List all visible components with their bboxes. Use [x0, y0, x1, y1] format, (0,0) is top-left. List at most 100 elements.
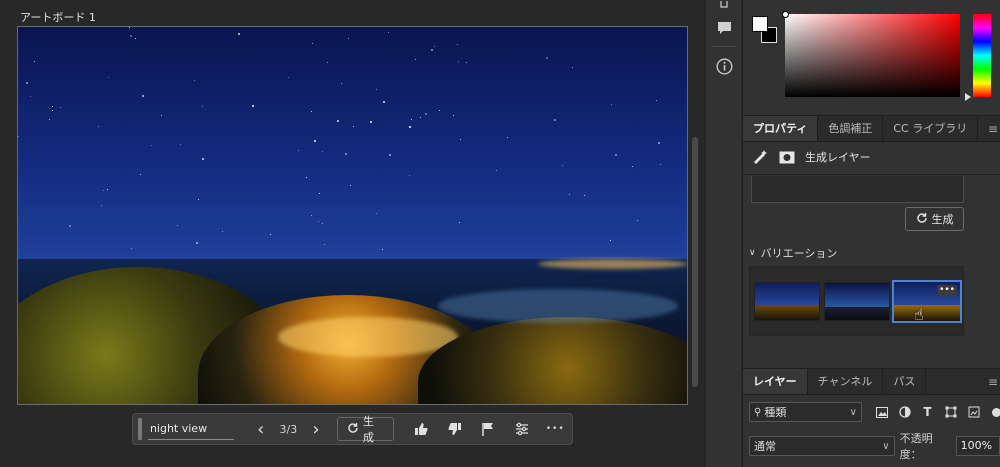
- star: [562, 165, 563, 166]
- filter-type-button[interactable]: T: [916, 402, 939, 422]
- hue-slider[interactable]: [973, 14, 991, 97]
- info-button[interactable]: [706, 49, 742, 83]
- city-lights-far: [538, 259, 687, 269]
- comments-button[interactable]: [706, 12, 742, 44]
- star: [382, 249, 383, 250]
- hue-slider-handle[interactable]: [965, 93, 971, 101]
- thumbnail-more-icon[interactable]: •••: [937, 285, 957, 296]
- star: [658, 142, 660, 144]
- star: [108, 77, 109, 78]
- thumbs-up-button[interactable]: [404, 416, 438, 442]
- filter-toggle-button[interactable]: [985, 402, 1000, 422]
- star: [610, 240, 611, 241]
- layer-type-label: 生成レイヤー: [805, 151, 871, 164]
- document-canvas-area: アートボード 1 ‹ 3/3 › 生成: [0, 0, 700, 467]
- color-panel: [743, 0, 1000, 112]
- star: [98, 126, 99, 127]
- star: [202, 158, 204, 160]
- generate-button[interactable]: 生成: [336, 415, 395, 444]
- star: [341, 83, 342, 84]
- variations-section-header[interactable]: ∨ バリエーション: [749, 245, 837, 261]
- star: [26, 82, 28, 84]
- opacity-input[interactable]: 100%: [955, 436, 1000, 456]
- star: [30, 96, 31, 97]
- tab-layers[interactable]: レイヤー: [743, 369, 808, 394]
- star: [327, 62, 328, 63]
- star: [140, 174, 141, 175]
- shape-icon: [945, 406, 956, 418]
- history-button[interactable]: [706, 0, 742, 12]
- star: [34, 61, 35, 62]
- star: [194, 80, 195, 81]
- panel-menu-icon[interactable]: ≡: [988, 116, 1000, 141]
- tab-cc-libraries[interactable]: CC ライブラリ: [883, 116, 979, 141]
- tab-channels[interactable]: チャンネル: [808, 369, 884, 394]
- thumbs-up-icon: [415, 423, 428, 435]
- star: [434, 46, 435, 47]
- previous-variation-button[interactable]: ‹: [248, 416, 274, 442]
- star: [460, 139, 461, 140]
- artboard-image[interactable]: [17, 26, 688, 405]
- harbor-lights: [278, 317, 458, 357]
- star: [348, 38, 349, 39]
- foreground-color-swatch[interactable]: [752, 16, 768, 32]
- vertical-scrollbar[interactable]: [692, 137, 698, 387]
- panel-generate-button[interactable]: 生成: [905, 207, 964, 231]
- star: [353, 126, 354, 127]
- tab-paths[interactable]: パス: [883, 369, 927, 394]
- comment-icon: [717, 22, 731, 34]
- color-picker-field[interactable]: [785, 14, 960, 97]
- star: [459, 222, 460, 223]
- star: [252, 105, 254, 107]
- adjustment-icon: [898, 406, 911, 418]
- thumbs-down-icon: [448, 423, 461, 435]
- toggle-icon: [992, 407, 1000, 417]
- variations-title: バリエーション: [760, 247, 838, 260]
- blend-mode-select[interactable]: 通常 ∨: [749, 436, 895, 456]
- variation-thumbnail-2[interactable]: [824, 282, 890, 321]
- star: [383, 101, 385, 103]
- blend-mode-value: 通常: [754, 440, 776, 453]
- star: [135, 38, 136, 39]
- kind-filter-select[interactable]: ⚲ 種類 ∨: [749, 402, 862, 422]
- filter-pixel-button[interactable]: [870, 402, 893, 422]
- next-variation-button[interactable]: ›: [303, 416, 329, 442]
- prompt-input[interactable]: [147, 418, 234, 440]
- contextual-taskbar: ‹ 3/3 › 生成 •••: [132, 413, 573, 445]
- chevron-down-icon: ∨: [849, 406, 857, 418]
- variation-thumbnail-1[interactable]: [754, 282, 820, 321]
- filter-adjustment-button[interactable]: [893, 402, 916, 422]
- star: [370, 121, 372, 123]
- adjust-settings-button[interactable]: [505, 416, 539, 442]
- star: [161, 115, 162, 116]
- filter-shape-button[interactable]: [939, 402, 962, 422]
- report-button[interactable]: [471, 416, 505, 442]
- layers-menu-icon[interactable]: ≡: [988, 369, 1000, 394]
- star: [345, 153, 347, 155]
- star: [18, 136, 19, 137]
- star: [376, 89, 377, 90]
- tab-adjustments[interactable]: 色調補正: [818, 116, 884, 141]
- star: [180, 144, 181, 145]
- properties-tabbar: プロパティ 色調補正 CC ライブラリ ≡: [743, 115, 1000, 142]
- chevron-left-icon: ‹: [257, 418, 265, 440]
- more-options-button[interactable]: •••: [538, 416, 572, 442]
- star: [389, 154, 391, 156]
- variation-thumbnail-3[interactable]: ••• ☝: [892, 280, 962, 323]
- flag-icon: [482, 423, 494, 436]
- tab-properties[interactable]: プロパティ: [743, 116, 819, 141]
- more-icon: •••: [545, 424, 565, 434]
- star: [376, 213, 377, 214]
- artboard-label: アートボード 1: [20, 11, 96, 24]
- prompt-text-area[interactable]: [751, 176, 964, 203]
- taskbar-drag-handle[interactable]: [138, 418, 142, 440]
- variations-list: ••• ☝: [749, 266, 964, 336]
- chevron-down-icon: ∨: [749, 248, 756, 258]
- star: [319, 193, 320, 194]
- regenerate-icon: [916, 212, 928, 227]
- star: [306, 177, 307, 178]
- thumbs-down-button[interactable]: [438, 416, 472, 442]
- filter-smart-object-button[interactable]: [962, 402, 985, 422]
- right-panel-dock: プロパティ 色調補正 CC ライブラリ ≡ 生成レイヤー 生成 ∨ バリエーショ…: [742, 0, 1000, 467]
- star: [431, 49, 433, 51]
